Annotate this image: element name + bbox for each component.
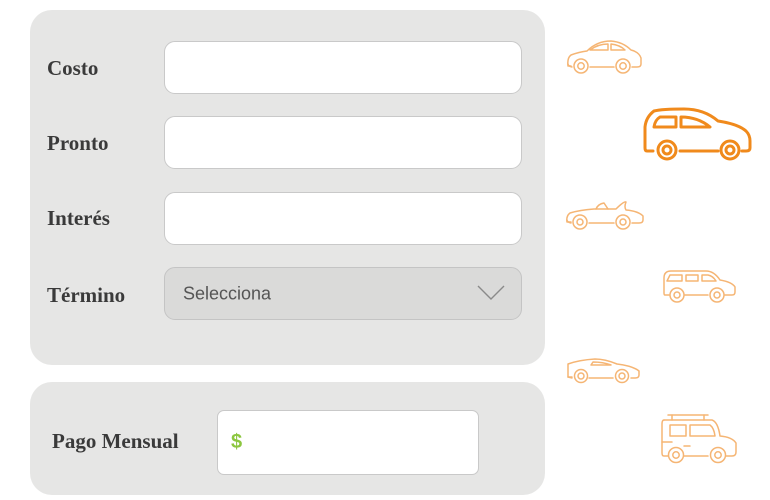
chevron-down-icon — [477, 285, 505, 300]
jeep-icon[interactable] — [660, 412, 740, 466]
interes-label: Interés — [47, 206, 110, 230]
wagon-icon[interactable] — [662, 266, 738, 304]
hatchback-icon[interactable] — [642, 105, 754, 161]
termino-label: Término — [47, 283, 126, 307]
pronto-input[interactable] — [164, 116, 522, 169]
currency-symbol: $ — [231, 430, 243, 453]
pago-mensual-label: Pago Mensual — [52, 429, 179, 453]
interes-input[interactable] — [164, 192, 522, 245]
termino-select[interactable]: Selecciona — [164, 267, 522, 320]
sedan-icon[interactable] — [565, 36, 643, 76]
costo-label: Costo — [47, 56, 99, 80]
pago-mensual-output: $ — [217, 410, 479, 475]
pronto-label: Pronto — [47, 131, 109, 155]
sports-car-icon[interactable] — [565, 356, 643, 384]
convertible-icon[interactable] — [564, 195, 646, 231]
costo-input[interactable] — [164, 41, 522, 94]
termino-selected-value: Selecciona — [183, 283, 272, 303]
